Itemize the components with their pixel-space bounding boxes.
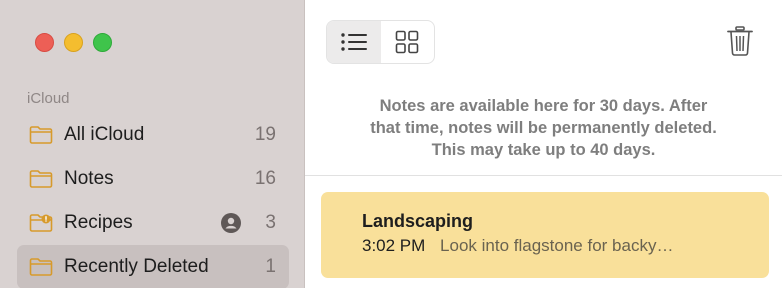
zoom-window-button[interactable] — [93, 33, 112, 52]
note-preview: Look into flagstone for backy… — [440, 236, 674, 255]
list-view-button[interactable] — [327, 21, 381, 63]
minimize-window-button[interactable] — [64, 33, 83, 52]
info-line: This may take up to 40 days. — [431, 141, 656, 159]
folder-icon — [29, 126, 53, 144]
list-view-icon — [341, 33, 367, 51]
note-title: Landscaping — [362, 211, 474, 231]
info-line: that time, notes will be permanently del… — [370, 119, 717, 137]
note-time: 3:02 PM — [362, 236, 426, 255]
gallery-view-icon — [395, 30, 419, 54]
sidebar-item-label: All iCloud — [64, 124, 145, 145]
note-count: 3 — [265, 212, 276, 233]
notes-list-pane: Notes are available here for 30 days. Af… — [305, 0, 782, 288]
sidebar-item-recipes[interactable]: Recipes 3 — [17, 201, 289, 245]
sidebar-item-all-icloud[interactable]: All iCloud 19 — [17, 113, 289, 157]
note-count: 16 — [254, 168, 276, 189]
note-count: 19 — [254, 124, 276, 145]
gallery-view-button[interactable] — [381, 21, 435, 63]
sidebar-item-label: Recently Deleted — [64, 256, 209, 277]
sidebar: iCloud All iCloud 19 Notes 16 Recipes 3 … — [0, 0, 305, 288]
notes-window: iCloud All iCloud 19 Notes 16 Recipes 3 … — [0, 0, 782, 288]
trash-icon[interactable] — [727, 26, 753, 56]
sidebar-item-recently-deleted[interactable]: Recently Deleted 1 — [17, 245, 289, 288]
section-label-icloud: iCloud — [27, 90, 70, 107]
folder-icon — [29, 170, 53, 188]
window-controls — [35, 33, 112, 52]
view-toggle — [326, 20, 435, 64]
sidebar-item-label: Recipes — [64, 212, 133, 233]
shared-folder-icon — [29, 214, 53, 232]
note-list-item[interactable]: Landscaping 3:02 PM Look into flagstone … — [321, 192, 769, 278]
sidebar-item-notes[interactable]: Notes 16 — [17, 157, 289, 201]
info-line: Notes are available here for 30 days. Af… — [379, 97, 708, 115]
recently-deleted-info: Notes are available here for 30 days. Af… — [305, 95, 782, 161]
note-count: 1 — [265, 256, 276, 277]
divider — [305, 175, 782, 176]
folder-icon — [29, 258, 53, 276]
close-window-button[interactable] — [35, 33, 54, 52]
sidebar-item-label: Notes — [64, 168, 114, 189]
shared-person-icon — [221, 213, 242, 233]
note-meta: 3:02 PM Look into flagstone for backy… — [362, 236, 673, 256]
